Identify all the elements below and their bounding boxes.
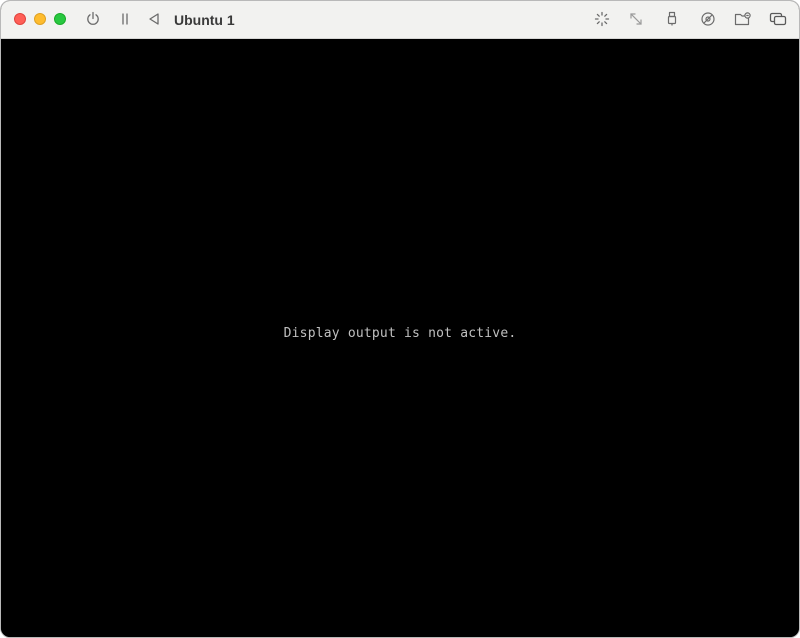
title-bar[interactable]: Ubuntu 1 [1, 1, 799, 39]
usb-icon [667, 11, 677, 26]
back-button[interactable] [144, 9, 164, 29]
zoom-window-button[interactable] [54, 13, 66, 25]
brightness-button[interactable] [592, 9, 612, 29]
resize-arrows-icon [630, 13, 642, 25]
shared-folder-button[interactable] [733, 9, 753, 29]
brightness-icon [594, 11, 610, 27]
network-button[interactable] [698, 9, 718, 29]
pause-button[interactable] [115, 9, 135, 29]
pause-icon [122, 13, 128, 25]
shared-folder-icon [734, 12, 751, 26]
vm-window: Ubuntu 1 Display output is not active. [0, 0, 800, 638]
usb-button[interactable] [662, 9, 682, 29]
display-status-message: Display output is not active. [283, 326, 517, 341]
power-button[interactable] [83, 9, 103, 29]
network-disc-icon [701, 12, 715, 26]
minimize-window-button[interactable] [34, 13, 46, 25]
display-windows-icon [769, 12, 787, 26]
display-button[interactable] [768, 9, 788, 29]
back-icon [149, 13, 159, 25]
resize-button[interactable] [626, 9, 646, 29]
vm-screen[interactable]: Display output is not active. [1, 39, 799, 637]
window-title: Ubuntu 1 [174, 12, 235, 28]
power-icon [87, 11, 99, 25]
close-window-button[interactable] [14, 13, 26, 25]
